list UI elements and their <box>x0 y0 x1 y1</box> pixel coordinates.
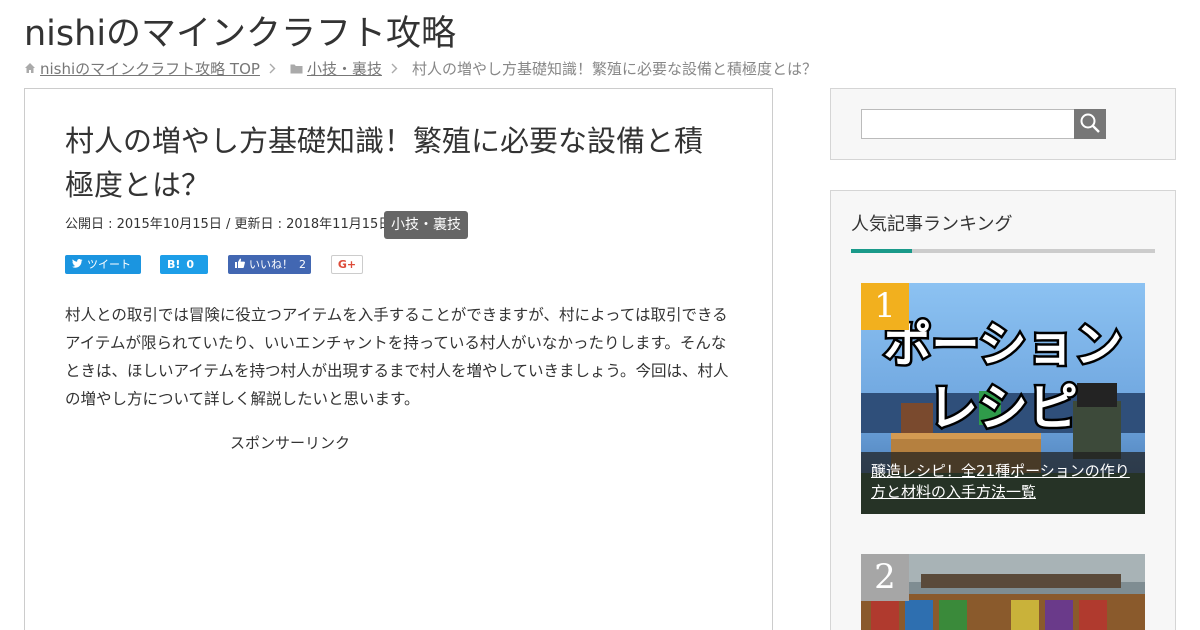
ranking-widget: 人気記事ランキング ポーション レシピ 1 醸造レシピ！全21種ポーションの作り… <box>830 190 1176 630</box>
home-icon <box>24 59 36 79</box>
search-icon <box>1079 112 1101 137</box>
ranking-item-title[interactable]: 醸造レシピ！全21種ポーションの作り方と材料の入手方法一覧 <box>861 452 1145 514</box>
hatena-count: 0 <box>186 258 195 271</box>
ranking-title-underline <box>851 249 1155 253</box>
breadcrumb-category-link[interactable]: 小技・裏技 <box>307 59 382 79</box>
article-intro: 村人との取引では冒険に役立つアイテムを入手することができますが、村によっては取引… <box>65 306 729 408</box>
search-widget <box>830 88 1176 160</box>
hatena-bookmark-button[interactable]: B! 0 <box>160 255 208 274</box>
breadcrumb-home-link[interactable]: nishiのマインクラフト攻略 TOP <box>40 59 260 79</box>
like-count: 2 <box>299 258 306 271</box>
article-title: 村人の増やし方基礎知識！繁殖に必要な設備と積極度とは？ <box>65 124 704 202</box>
ranking-title: 人気記事ランキング <box>851 214 1013 235</box>
thumbs-up-icon <box>235 255 245 274</box>
search-button[interactable] <box>1074 109 1106 139</box>
tweet-button[interactable]: ツイート <box>65 255 141 274</box>
facebook-like-button[interactable]: いいね！ 2 <box>228 255 311 274</box>
breadcrumb-current: 村人の増やし方基礎知識！繁殖に必要な設備と積極度とは？ <box>411 60 817 78</box>
rank-number: 1 <box>861 283 909 330</box>
chevron-right-icon <box>391 59 398 79</box>
thumbnail-text-recipe: レシピ <box>928 379 1078 437</box>
ranking-item[interactable]: 2 <box>861 554 1145 630</box>
rank-number: 2 <box>861 554 909 601</box>
article-box: 村人の増やし方基礎知識！繁殖に必要な設備と積極度とは？ 公開日 : 2015年1… <box>24 88 773 630</box>
ranking-item[interactable]: ポーション レシピ 1 醸造レシピ！全21種ポーションの作り方と材料の入手方法一… <box>861 283 1145 514</box>
sponsored-link-label: スポンサーリンク <box>230 434 351 452</box>
gplus-label: G+ <box>337 258 357 271</box>
folder-icon <box>290 59 303 79</box>
article-dates: 公開日 : 2015年10月15日 / 更新日 : 2018年11月15日 <box>65 217 392 232</box>
like-label: いいね！ <box>249 258 293 271</box>
site-title[interactable]: nishiのマインクラフト攻略 <box>24 12 456 56</box>
breadcrumb: nishiのマインクラフト攻略 TOP 小技・裏技 村人の増やし方基礎知識！繁殖… <box>24 59 817 79</box>
category-badge[interactable]: 小技・裏技 <box>384 211 468 239</box>
chevron-right-icon <box>269 59 276 79</box>
search-input[interactable] <box>861 109 1075 139</box>
hatena-label: B! <box>167 258 181 271</box>
google-plus-button[interactable]: G+ <box>331 255 363 274</box>
twitter-icon <box>72 255 83 274</box>
thumbnail-text-potion: ポーション <box>883 317 1122 373</box>
tweet-label: ツイート <box>87 258 131 271</box>
